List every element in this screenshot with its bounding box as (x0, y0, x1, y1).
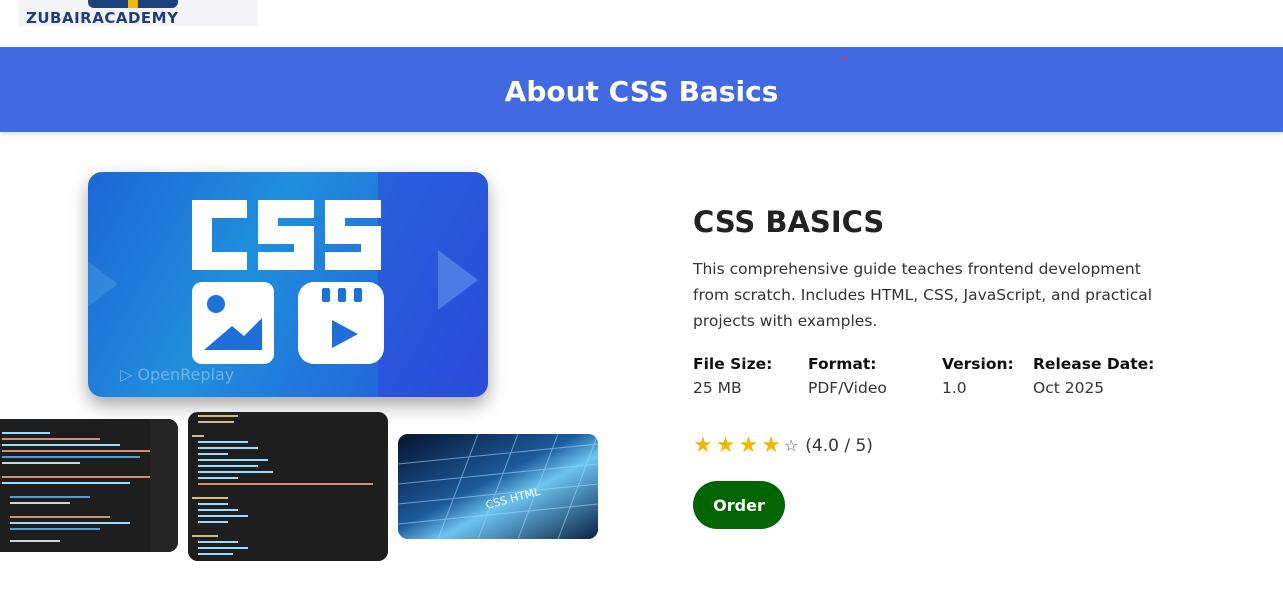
image-icon (192, 282, 274, 364)
thumbnail-keyboard[interactable]: CSS HTML (398, 434, 598, 539)
product-rating: ★ ★ ★ ★ ☆ (4.0 / 5) (693, 435, 873, 457)
star-filled-icon: ★ (693, 433, 713, 458)
thumbnail-code-1[interactable] (0, 419, 178, 552)
meta-file-size: File Size: 25 MB (693, 352, 793, 400)
order-button[interactable]: Order (693, 481, 785, 529)
file-size-label: File Size: (693, 355, 773, 373)
thumbnail-code-2[interactable] (188, 412, 388, 561)
top-bar: ZUBAIRACADEMY (0, 0, 1283, 47)
release-date-label: Release Date: (1033, 355, 1155, 373)
star-filled-icon: ★ (761, 433, 781, 458)
meta-format: Format: PDF/Video (808, 352, 928, 400)
file-size-value: 25 MB (693, 379, 742, 397)
cursor-dot (843, 57, 846, 60)
meta-version: Version: 1.0 (942, 352, 1022, 400)
page-banner: About CSS Basics (0, 47, 1283, 132)
page-title: About CSS Basics (504, 75, 779, 108)
release-date-value: Oct 2025 (1033, 379, 1105, 397)
product-title: CSS BASICS (693, 205, 885, 239)
logo-text: ZUBAIRACADEMY (26, 9, 179, 27)
logo-book-icon (88, 0, 178, 8)
openreplay-watermark: ▷ OpenReplay (120, 365, 235, 384)
star-filled-icon: ★ (738, 433, 759, 458)
css-letters-graphic (192, 200, 381, 270)
version-value: 1.0 (942, 379, 967, 397)
version-label: Version: (942, 355, 1014, 373)
product-hero-image: ▷ OpenReplay (88, 172, 488, 397)
format-label: Format: (808, 355, 877, 373)
watermark-play-icon: ▷ (120, 365, 133, 384)
rating-text: (4.0 / 5) (805, 436, 873, 456)
video-icon (298, 282, 384, 364)
meta-release-date: Release Date: Oct 2025 (1033, 352, 1183, 400)
format-value: PDF/Video (808, 379, 887, 397)
site-logo[interactable]: ZUBAIRACADEMY (18, 0, 258, 27)
product-description: This comprehensive guide teaches fronten… (693, 260, 1153, 330)
star-empty-icon: ☆ (783, 436, 799, 455)
star-filled-icon: ★ (715, 433, 736, 458)
